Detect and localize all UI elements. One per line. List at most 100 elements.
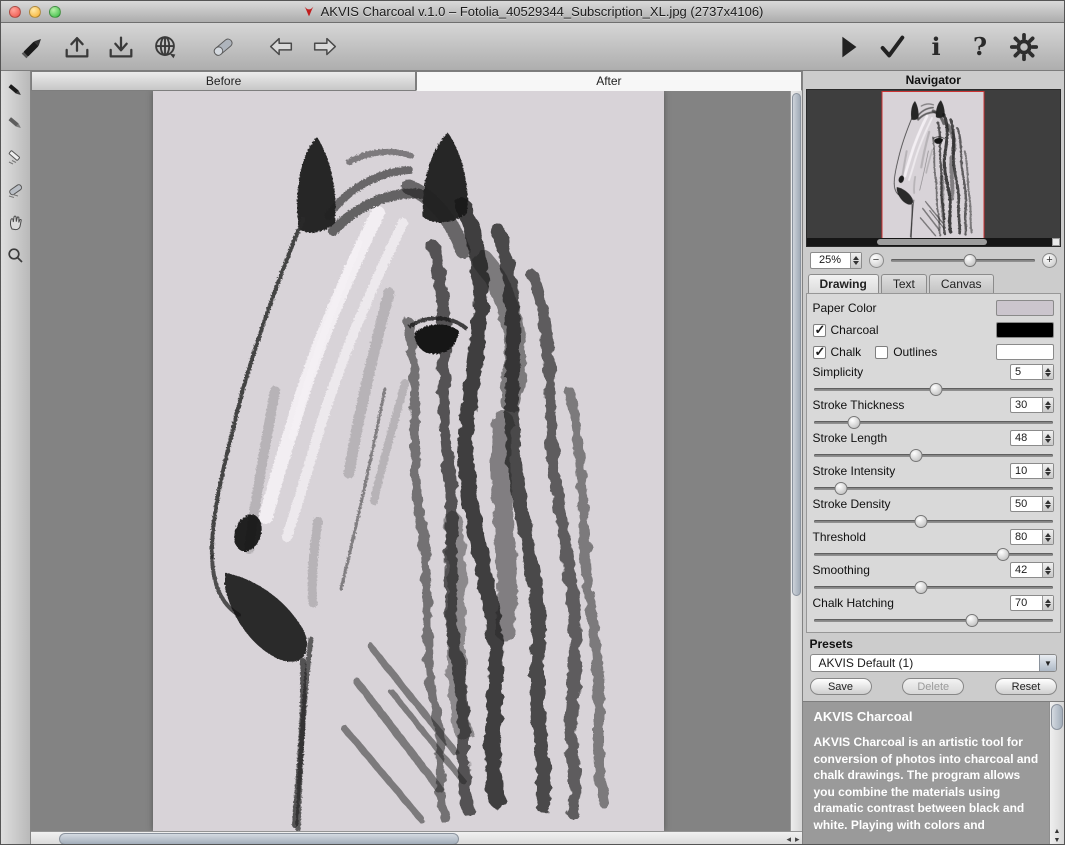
dropdown-arrow-icon[interactable]: ▼ [1039,655,1056,671]
spin-down-icon[interactable] [1045,505,1051,509]
slider-thumb[interactable] [847,416,860,429]
slider-stepper[interactable] [1042,365,1053,379]
slider-spinbox[interactable]: 70 [1010,595,1054,611]
eraser-tool[interactable] [4,178,26,200]
slider-stepper[interactable] [1042,563,1053,577]
spin-down-icon[interactable] [1045,472,1051,476]
slider-track[interactable] [813,547,1055,561]
slider-stepper[interactable] [1042,464,1053,478]
navigator-view[interactable] [806,89,1062,247]
slider-spinbox[interactable]: 48 [1010,430,1054,446]
tab-drawing[interactable]: Drawing [808,274,879,293]
info-button[interactable]: i [918,29,954,65]
save-image-button[interactable] [103,29,139,65]
slider-stepper[interactable] [1042,497,1053,511]
slider-thumb[interactable] [835,482,848,495]
charcoal-checkbox[interactable] [813,324,826,337]
navigator-hscrollbar[interactable] [807,238,1053,246]
spin-up-icon[interactable] [1045,566,1051,570]
spin-up-icon[interactable] [1045,401,1051,405]
tab-canvas[interactable]: Canvas [929,274,994,293]
desc-scroll-down-icon[interactable]: ▼ [1054,837,1061,844]
spin-up-icon[interactable] [1045,500,1051,504]
slider-stepper[interactable] [1042,530,1053,544]
scroll-left-icon[interactable]: ◂ [786,834,791,845]
image-canvas[interactable] [31,91,802,831]
zoom-spinbox[interactable]: 25% [810,252,862,269]
navigator-hscroll-thumb[interactable] [877,239,987,245]
spin-down-icon[interactable] [1045,604,1051,608]
minimize-button[interactable] [29,6,41,18]
run-button[interactable] [830,29,866,65]
description-scroll-thumb[interactable] [1051,704,1063,730]
desc-scroll-up-icon[interactable]: ▲ [1054,828,1061,835]
apply-button[interactable] [874,29,910,65]
eraser-button[interactable] [205,29,241,65]
slider-spinbox[interactable]: 5 [1010,364,1054,380]
slider-spinbox[interactable]: 30 [1010,397,1054,413]
help-button[interactable]: ? [962,29,998,65]
zoom-step-down-icon[interactable] [853,261,859,265]
charcoal-color-swatch[interactable] [996,322,1054,338]
chalk-checkbox[interactable] [813,346,826,359]
slider-track[interactable] [813,580,1055,594]
canvas-horizontal-scrollbar[interactable]: ◂▸ [31,831,802,845]
hscroll-arrows[interactable]: ◂▸ [786,832,799,845]
slider-stepper[interactable] [1042,398,1053,412]
slider-thumb[interactable] [929,383,942,396]
description-scrollbar[interactable]: ▲▼ [1049,702,1064,845]
zoom-slider-thumb[interactable] [963,254,976,267]
open-image-button[interactable] [59,29,95,65]
publish-button[interactable] [147,29,183,65]
scroll-right-icon[interactable]: ▸ [795,834,800,845]
spin-up-icon[interactable] [1045,599,1051,603]
spin-up-icon[interactable] [1045,533,1051,537]
spin-down-icon[interactable] [1045,406,1051,410]
slider-spinbox[interactable]: 42 [1010,562,1054,578]
hand-tool[interactable] [4,211,26,233]
slider-thumb[interactable] [965,614,978,627]
slider-spinbox[interactable]: 10 [1010,463,1054,479]
reset-preset-button[interactable]: Reset [995,678,1057,695]
pencil-tool[interactable] [4,79,26,101]
preset-dropdown[interactable]: AKVIS Default (1) ▼ [810,654,1058,672]
tab-text[interactable]: Text [881,274,927,293]
spin-down-icon[interactable] [1045,538,1051,542]
navigator-thumbnail[interactable] [883,92,984,238]
slider-track[interactable] [813,514,1055,528]
canvas-vertical-scrollbar[interactable] [790,91,802,831]
chalk-tool[interactable] [4,145,26,167]
close-button[interactable] [9,6,21,18]
slider-track[interactable] [813,382,1055,396]
tab-after[interactable]: After [416,71,801,91]
zoom-in-button[interactable]: + [1042,253,1057,268]
spin-down-icon[interactable] [1045,571,1051,575]
slider-thumb[interactable] [915,515,928,528]
zoom-window-button[interactable] [49,6,61,18]
tab-before[interactable]: Before [31,71,416,91]
spin-down-icon[interactable] [1045,439,1051,443]
spin-up-icon[interactable] [1045,368,1051,372]
save-preset-button[interactable]: Save [810,678,872,695]
zoom-slider[interactable] [891,253,1036,268]
slider-spinbox[interactable]: 80 [1010,529,1054,545]
slider-track[interactable] [813,448,1055,462]
delete-preset-button[interactable]: Delete [902,678,964,695]
redo-button[interactable] [307,29,343,65]
slider-thumb[interactable] [997,548,1010,561]
zoom-tool[interactable] [4,244,26,266]
zoom-out-button[interactable]: − [869,253,884,268]
slider-stepper[interactable] [1042,431,1053,445]
spin-up-icon[interactable] [1045,467,1051,471]
charcoal-tool[interactable] [4,112,26,134]
slider-spinbox[interactable]: 50 [1010,496,1054,512]
slider-track[interactable] [813,613,1055,627]
spin-down-icon[interactable] [1045,373,1051,377]
undo-button[interactable] [263,29,299,65]
hscroll-thumb[interactable] [59,833,459,845]
slider-thumb[interactable] [915,581,928,594]
slider-track[interactable] [813,415,1055,429]
paper-color-swatch[interactable] [996,300,1054,316]
slider-thumb[interactable] [910,449,923,462]
spin-up-icon[interactable] [1045,434,1051,438]
